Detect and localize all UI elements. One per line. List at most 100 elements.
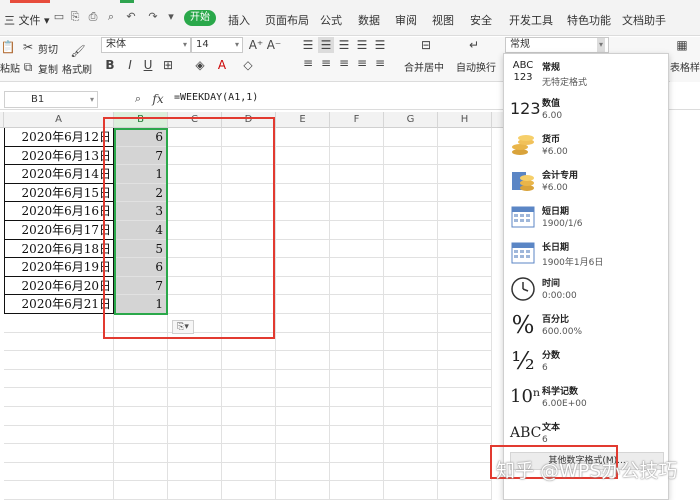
outdent-icon[interactable]: ☰ [372, 37, 388, 53]
empty-cell[interactable] [330, 276, 384, 296]
copy-button[interactable]: 复制 [38, 61, 58, 76]
empty-cell[interactable] [438, 183, 492, 203]
tab-view[interactable]: 视图 [432, 12, 454, 28]
empty-cell[interactable] [276, 388, 330, 407]
format-general[interactable]: ABC 123 常规 无特定格式 [504, 56, 668, 92]
empty-cell[interactable] [114, 351, 168, 370]
empty-cell[interactable] [330, 388, 384, 407]
column-header-h[interactable]: H [438, 112, 492, 128]
formula-input[interactable]: =WEEKDAY(A1,1) [174, 92, 258, 103]
tab-developer[interactable]: 开发工具 [509, 12, 553, 28]
empty-cell[interactable] [4, 314, 114, 333]
format-percentage[interactable]: % 百分比 600.00% [504, 308, 668, 344]
empty-cell[interactable] [222, 369, 276, 389]
empty-cell[interactable] [276, 258, 330, 277]
format-long-date[interactable]: 长日期 1900年1月6日 [504, 236, 668, 272]
column-header-e[interactable]: E [276, 112, 330, 128]
font-shrink-icon[interactable]: A⁻ [266, 37, 282, 53]
format-fraction[interactable]: ½ 分数 6 [504, 344, 668, 380]
empty-cell[interactable] [276, 165, 330, 184]
empty-cell[interactable] [4, 388, 114, 407]
cell-date[interactable]: 2020年6月21日 [4, 295, 114, 314]
empty-cell[interactable] [384, 183, 438, 203]
empty-cell[interactable] [276, 276, 330, 296]
empty-cell[interactable] [222, 407, 276, 426]
cell-date[interactable]: 2020年6月17日 [4, 221, 114, 240]
paste-icon[interactable]: 📋 [0, 39, 16, 55]
empty-cell[interactable] [276, 202, 330, 221]
empty-cell[interactable] [4, 407, 114, 426]
empty-cell[interactable] [384, 462, 438, 482]
format-painter-button[interactable]: 格式刷 [62, 61, 92, 76]
empty-cell[interactable] [168, 462, 222, 482]
empty-cell[interactable] [438, 239, 492, 259]
cut-button[interactable]: 剪切 [38, 41, 58, 56]
empty-cell[interactable] [330, 239, 384, 259]
empty-cell[interactable] [168, 388, 222, 407]
tab-features[interactable]: 特色功能 [567, 12, 611, 28]
empty-cell[interactable] [384, 444, 438, 463]
empty-cell[interactable] [276, 462, 330, 482]
empty-cell[interactable] [168, 369, 222, 389]
underline-icon[interactable]: U [140, 57, 156, 73]
empty-cell[interactable] [438, 332, 492, 352]
column-header-a[interactable]: A [4, 112, 114, 128]
empty-cell[interactable] [384, 314, 438, 333]
empty-cell[interactable] [330, 221, 384, 240]
zoom-search-icon[interactable]: ⌕ [130, 91, 146, 107]
empty-cell[interactable] [222, 462, 276, 482]
empty-cell[interactable] [438, 276, 492, 296]
table-style-button[interactable]: 表格样式 [670, 59, 700, 74]
empty-cell[interactable] [384, 295, 438, 314]
copy-icon[interactable]: ⧉ [20, 59, 36, 75]
align-left-icon[interactable]: ≡ [300, 55, 316, 71]
empty-cell[interactable] [276, 369, 330, 389]
align-middle-icon[interactable]: ☰ [318, 37, 334, 53]
tab-formulas[interactable]: 公式 [320, 12, 342, 28]
empty-cell[interactable] [114, 388, 168, 407]
empty-cell[interactable] [438, 314, 492, 333]
font-name-select[interactable]: 宋体 ▾ [101, 37, 191, 53]
empty-cell[interactable] [330, 332, 384, 352]
format-currency[interactable]: 货币 ¥6.00 [504, 128, 668, 164]
empty-cell[interactable] [438, 481, 492, 500]
empty-cell[interactable] [384, 481, 438, 500]
cell-date[interactable]: 2020年6月16日 [4, 202, 114, 221]
empty-cell[interactable] [384, 128, 438, 147]
empty-cell[interactable] [438, 369, 492, 389]
empty-cell[interactable] [276, 239, 330, 259]
empty-cell[interactable] [4, 332, 114, 352]
format-time[interactable]: 时间 0:00:00 [504, 272, 668, 308]
qa-more-icon[interactable]: ▾ [164, 11, 178, 23]
tab-page-layout[interactable]: 页面布局 [265, 12, 309, 28]
empty-cell[interactable] [4, 481, 114, 500]
empty-cell[interactable] [276, 146, 330, 166]
empty-cell[interactable] [276, 183, 330, 203]
empty-cell[interactable] [384, 332, 438, 352]
empty-cell[interactable] [276, 481, 330, 500]
empty-cell[interactable] [330, 128, 384, 147]
empty-cell[interactable] [4, 369, 114, 389]
indent-icon[interactable]: ☰ [354, 37, 370, 53]
save-icon[interactable]: ▭ [52, 11, 66, 23]
empty-cell[interactable] [384, 276, 438, 296]
empty-cell[interactable] [384, 202, 438, 221]
empty-cell[interactable] [222, 351, 276, 370]
empty-cell[interactable] [438, 388, 492, 407]
scissors-icon[interactable]: ✂ [20, 39, 36, 55]
align-top-icon[interactable]: ☰ [300, 37, 316, 53]
empty-cell[interactable] [438, 165, 492, 184]
tab-data[interactable]: 数据 [358, 12, 380, 28]
empty-cell[interactable] [276, 128, 330, 147]
empty-cell[interactable] [384, 221, 438, 240]
tab-insert[interactable]: 插入 [228, 12, 250, 28]
cell-date[interactable]: 2020年6月18日 [4, 239, 114, 259]
empty-cell[interactable] [276, 351, 330, 370]
empty-cell[interactable] [330, 258, 384, 277]
empty-cell[interactable] [276, 221, 330, 240]
empty-cell[interactable] [114, 481, 168, 500]
empty-cell[interactable] [330, 202, 384, 221]
empty-cell[interactable] [384, 258, 438, 277]
align-right-icon[interactable]: ≡ [336, 55, 352, 71]
font-color-icon[interactable]: A [214, 57, 230, 73]
